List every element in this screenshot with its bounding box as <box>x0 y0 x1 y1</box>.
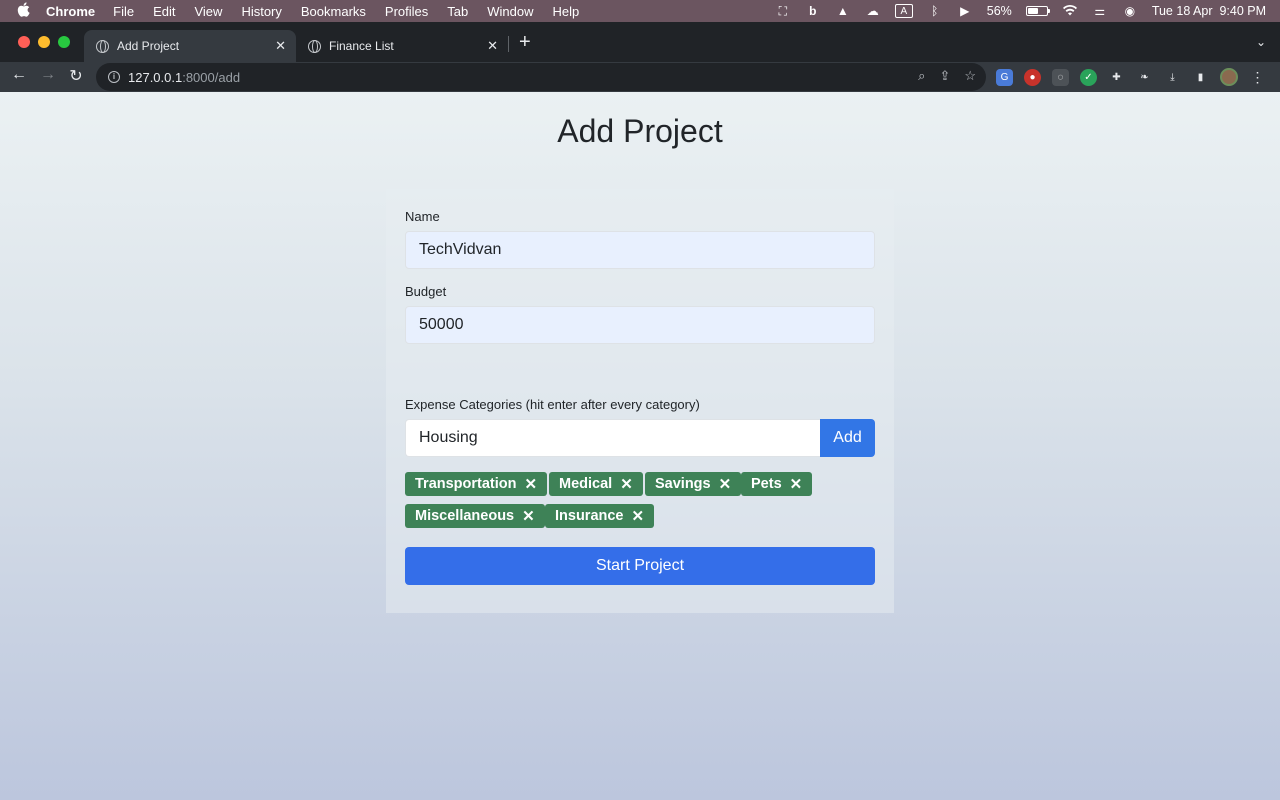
menu-edit[interactable]: Edit <box>153 4 175 19</box>
remove-chip-icon[interactable]: ✕ <box>632 507 645 525</box>
extension-icons: G ● ◌ ✓ ✚ ❧ ⤓ ▮ ⋮ <box>996 68 1266 86</box>
window-controls <box>18 36 70 48</box>
menu-tab[interactable]: Tab <box>447 4 468 19</box>
forward-arrow-icon[interactable]: → <box>38 66 58 84</box>
cloud-app-icon[interactable]: ☁ <box>865 4 881 18</box>
chip-label: Savings <box>655 476 711 492</box>
globe-icon <box>96 39 109 53</box>
zoom-icon[interactable]: ⌕ <box>918 68 925 84</box>
wifi-icon[interactable] <box>1062 4 1078 18</box>
name-label: Name <box>405 209 440 224</box>
menu-window[interactable]: Window <box>487 4 533 19</box>
add-category-button[interactable]: Add <box>820 419 875 457</box>
remove-chip-icon[interactable]: ✕ <box>522 507 535 525</box>
budget-input[interactable]: 50000 <box>405 306 875 344</box>
vlc-icon[interactable]: ▲ <box>835 4 851 18</box>
site-info-icon[interactable]: i <box>108 71 120 83</box>
play-icon[interactable]: ▶ <box>957 4 973 18</box>
chip-label: Medical <box>559 476 613 492</box>
menu-help[interactable]: Help <box>553 4 580 19</box>
red-extension-icon[interactable]: ● <box>1024 68 1041 86</box>
category-chip: Transportation ✕ <box>405 472 548 496</box>
tab-separator <box>508 36 509 52</box>
download-icon[interactable]: ⤓ <box>1164 69 1181 86</box>
category-chip: Savings ✕ <box>645 472 742 496</box>
zoom-window-button[interactable] <box>58 36 70 48</box>
bing-icon[interactable]: b <box>805 4 821 18</box>
leaf-extension-icon[interactable]: ❧ <box>1136 69 1153 86</box>
menu-profiles[interactable]: Profiles <box>385 4 428 19</box>
start-project-button[interactable]: Start Project <box>405 547 875 585</box>
translate-extension-icon[interactable]: G <box>996 68 1013 86</box>
tab-add-project[interactable]: Add Project ✕ <box>84 30 296 62</box>
chip-label: Miscellaneous <box>415 508 515 524</box>
remove-chip-icon[interactable]: ✕ <box>719 475 732 493</box>
apple-menu-icon[interactable] <box>0 2 46 20</box>
profile-avatar[interactable] <box>1220 68 1238 86</box>
gray-extension-icon[interactable]: ◌ <box>1052 68 1069 86</box>
menu-bookmarks[interactable]: Bookmarks <box>301 4 366 19</box>
budget-label: Budget <box>405 284 447 299</box>
category-chip: Miscellaneous ✕ <box>405 504 545 528</box>
url-host: 127.0.0.1 <box>128 69 183 85</box>
browser-toolbar: ← → ↻ i 127.0.0.1:8000/add ⌕ ⇪ ☆ G ● ◌ ✓… <box>0 62 1280 92</box>
categories-label: Expense Categories (hit enter after ever… <box>405 397 700 412</box>
menu-view[interactable]: View <box>194 4 222 19</box>
tab-title: Finance List <box>329 39 394 53</box>
kebab-menu-icon[interactable]: ⋮ <box>1249 69 1266 86</box>
menu-file[interactable]: File <box>113 4 134 19</box>
close-window-button[interactable] <box>18 36 30 48</box>
close-tab-icon[interactable]: ✕ <box>487 38 498 54</box>
tab-title: Add Project <box>117 39 180 53</box>
category-chip: Pets ✕ <box>741 472 813 496</box>
bookmark-star-icon[interactable]: ☆ <box>964 68 976 84</box>
remove-chip-icon[interactable]: ✕ <box>620 475 633 493</box>
control-center-icon[interactable]: ⚌ <box>1092 4 1108 18</box>
share-icon[interactable]: ⇪ <box>939 68 950 84</box>
puzzle-extensions-icon[interactable]: ✚ <box>1108 69 1125 86</box>
siri-icon[interactable]: ◉ <box>1122 4 1138 18</box>
reload-icon[interactable]: ↻ <box>66 66 86 86</box>
close-tab-icon[interactable]: ✕ <box>275 38 286 54</box>
chip-label: Transportation <box>415 476 517 492</box>
minimize-window-button[interactable] <box>38 36 50 48</box>
menu-app-name[interactable]: Chrome <box>46 4 95 19</box>
page-viewport: Add Project Name TechVidvan Budget 50000… <box>0 92 1280 800</box>
battery-fill <box>1027 8 1038 14</box>
new-tab-icon[interactable]: + <box>519 32 531 52</box>
bluetooth-icon[interactable]: ᛒ <box>927 4 943 18</box>
battery-percent: 56% <box>986 4 1012 18</box>
url-path: :8000/add <box>182 69 241 85</box>
menu-history[interactable]: History <box>241 4 281 19</box>
macos-menu-bar: Chrome File Edit View History Bookmarks … <box>0 0 1280 22</box>
tab-search-chevron-icon[interactable]: ⌄ <box>1256 35 1266 49</box>
tab-finance-list[interactable]: Finance List ✕ <box>296 30 508 62</box>
category-chip: Medical ✕ <box>549 472 643 496</box>
side-panel-icon[interactable]: ▮ <box>1192 69 1209 86</box>
screen-capture-icon[interactable]: ⛶ <box>775 4 791 18</box>
category-input[interactable]: Housing <box>405 419 821 457</box>
chip-label: Insurance <box>555 508 624 524</box>
back-arrow-icon[interactable]: ← <box>9 66 29 84</box>
remove-chip-icon[interactable]: ✕ <box>525 475 538 493</box>
page-title: Add Project <box>557 113 723 149</box>
chip-label: Pets <box>751 476 782 492</box>
address-bar[interactable]: i 127.0.0.1:8000/add ⌕ ⇪ ☆ <box>96 63 986 91</box>
menubar-datetime[interactable]: Tue 18 Apr 9:40 PM <box>1152 4 1266 18</box>
name-input[interactable]: TechVidvan <box>405 231 875 269</box>
browser-tab-strip: Add Project ✕ Finance List ✕ <box>0 22 1280 62</box>
remove-chip-icon[interactable]: ✕ <box>790 475 803 493</box>
battery-icon[interactable] <box>1025 6 1050 16</box>
globe-icon <box>308 39 321 53</box>
category-chip: Insurance ✕ <box>545 504 655 528</box>
keyboard-input-icon[interactable]: A <box>894 4 913 18</box>
check-extension-icon[interactable]: ✓ <box>1080 68 1097 86</box>
